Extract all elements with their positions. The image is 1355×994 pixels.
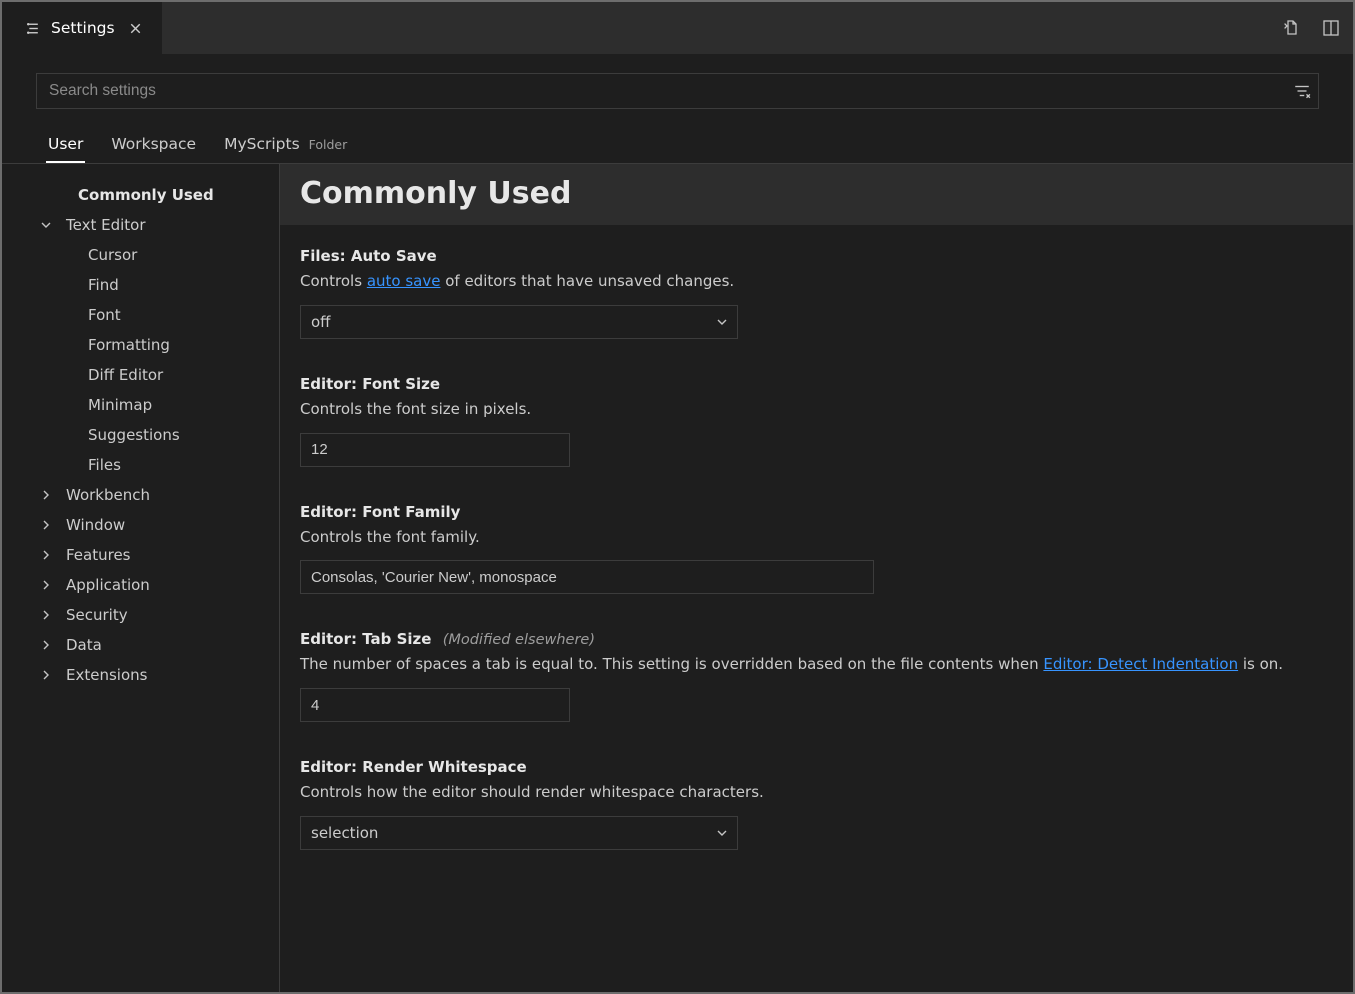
toc-text-editor[interactable]: Text Editor (2, 210, 279, 240)
chevron-right-icon (38, 487, 54, 503)
setting-editor-renderwhitespace: Editor: Render Whitespace Controls how t… (280, 758, 1353, 886)
setting-editor-fontsize: Editor: Font Size Controls the font size… (280, 375, 1353, 503)
whitespace-select[interactable]: selection (300, 816, 738, 850)
setting-files-autosave: Files: Auto Save Controls auto save of e… (280, 247, 1353, 375)
chevron-right-icon (38, 517, 54, 533)
toc-label: Extensions (66, 666, 147, 684)
settings-content: User Workspace MyScripts Folder Commonly… (2, 55, 1353, 992)
chevron-right-icon (38, 667, 54, 683)
fontsize-input[interactable] (300, 433, 570, 467)
toc-features[interactable]: Features (2, 540, 279, 570)
toc-label: Text Editor (66, 216, 146, 234)
settings-pane: Commonly Used Files: Auto Save Controls … (280, 164, 1353, 992)
toc-suggestions[interactable]: Suggestions (2, 420, 279, 450)
setting-title: Editor: Tab Size (Modified elsewhere) (300, 630, 1333, 648)
toc-security[interactable]: Security (2, 600, 279, 630)
toc-data[interactable]: Data (2, 630, 279, 660)
chevron-right-icon (38, 547, 54, 563)
toc-files[interactable]: Files (2, 450, 279, 480)
section-title: Commonly Used (300, 176, 1333, 211)
toc-commonly-used[interactable]: Commonly Used (2, 180, 279, 210)
tabbar-actions (1277, 2, 1353, 54)
tabsize-input[interactable] (300, 688, 570, 722)
settings-toc: Commonly Used Text Editor Cursor Find Fo… (2, 164, 280, 992)
section-header: Commonly Used (280, 164, 1353, 225)
scope-folder[interactable]: MyScripts Folder (222, 133, 349, 163)
close-icon[interactable] (127, 20, 144, 37)
autosave-doc-link[interactable]: auto save (367, 272, 441, 290)
setting-title: Editor: Font Family (300, 503, 1333, 521)
autosave-select-value: off (300, 305, 738, 339)
tab-title: Settings (51, 19, 115, 37)
scope-folder-suffix: Folder (309, 137, 348, 152)
toc-workbench[interactable]: Workbench (2, 480, 279, 510)
toc-label: Security (66, 606, 128, 624)
whitespace-select-value: selection (300, 816, 738, 850)
split-editor-icon[interactable] (1317, 14, 1345, 42)
toc-application[interactable]: Application (2, 570, 279, 600)
search-input[interactable] (36, 73, 1319, 109)
app-root: Settings (0, 0, 1355, 994)
toc-cursor[interactable]: Cursor (2, 240, 279, 270)
chevron-right-icon (38, 607, 54, 623)
search-settings (36, 73, 1319, 109)
fontfamily-input[interactable] (300, 560, 874, 594)
chevron-right-icon (38, 637, 54, 653)
toc-minimap[interactable]: Minimap (2, 390, 279, 420)
toc-find[interactable]: Find (2, 270, 279, 300)
toc-window[interactable]: Window (2, 510, 279, 540)
toc-label: Features (66, 546, 131, 564)
toc-label: Data (66, 636, 102, 654)
setting-title: Editor: Render Whitespace (300, 758, 1333, 776)
setting-title: Editor: Font Size (300, 375, 1333, 393)
editor-tabbar: Settings (2, 2, 1353, 55)
toc-font[interactable]: Font (2, 300, 279, 330)
modified-elsewhere-note: (Modified elsewhere) (443, 632, 595, 648)
toc-extensions[interactable]: Extensions (2, 660, 279, 690)
chevron-down-icon (38, 217, 54, 233)
toc-formatting[interactable]: Formatting (2, 330, 279, 360)
settings-file-icon (24, 20, 41, 37)
toc-label: Window (66, 516, 125, 534)
setting-title: Files: Auto Save (300, 247, 1333, 265)
tab-settings[interactable]: Settings (2, 2, 162, 54)
setting-description: Controls the font size in pixels. (300, 399, 1333, 421)
scope-user[interactable]: User (46, 133, 85, 163)
toc-diff-editor[interactable]: Diff Editor (2, 360, 279, 390)
scope-tabs: User Workspace MyScripts Folder (2, 109, 1353, 164)
detect-indentation-link[interactable]: Editor: Detect Indentation (1043, 655, 1238, 673)
chevron-right-icon (38, 577, 54, 593)
toc-label: Workbench (66, 486, 150, 504)
setting-editor-tabsize: Editor: Tab Size (Modified elsewhere) Th… (280, 630, 1353, 758)
setting-description: Controls how the editor should render wh… (300, 782, 1333, 804)
setting-editor-fontfamily: Editor: Font Family Controls the font fa… (280, 503, 1353, 631)
toc-label: Application (66, 576, 150, 594)
scope-folder-name: MyScripts (224, 135, 300, 153)
setting-description: Controls the font family. (300, 527, 1333, 549)
open-settings-json-icon[interactable] (1277, 14, 1305, 42)
setting-description: The number of spaces a tab is equal to. … (300, 654, 1333, 676)
autosave-select[interactable]: off (300, 305, 738, 339)
filter-icon[interactable] (1293, 82, 1311, 100)
scope-workspace[interactable]: Workspace (109, 133, 198, 163)
setting-description: Controls auto save of editors that have … (300, 271, 1333, 293)
